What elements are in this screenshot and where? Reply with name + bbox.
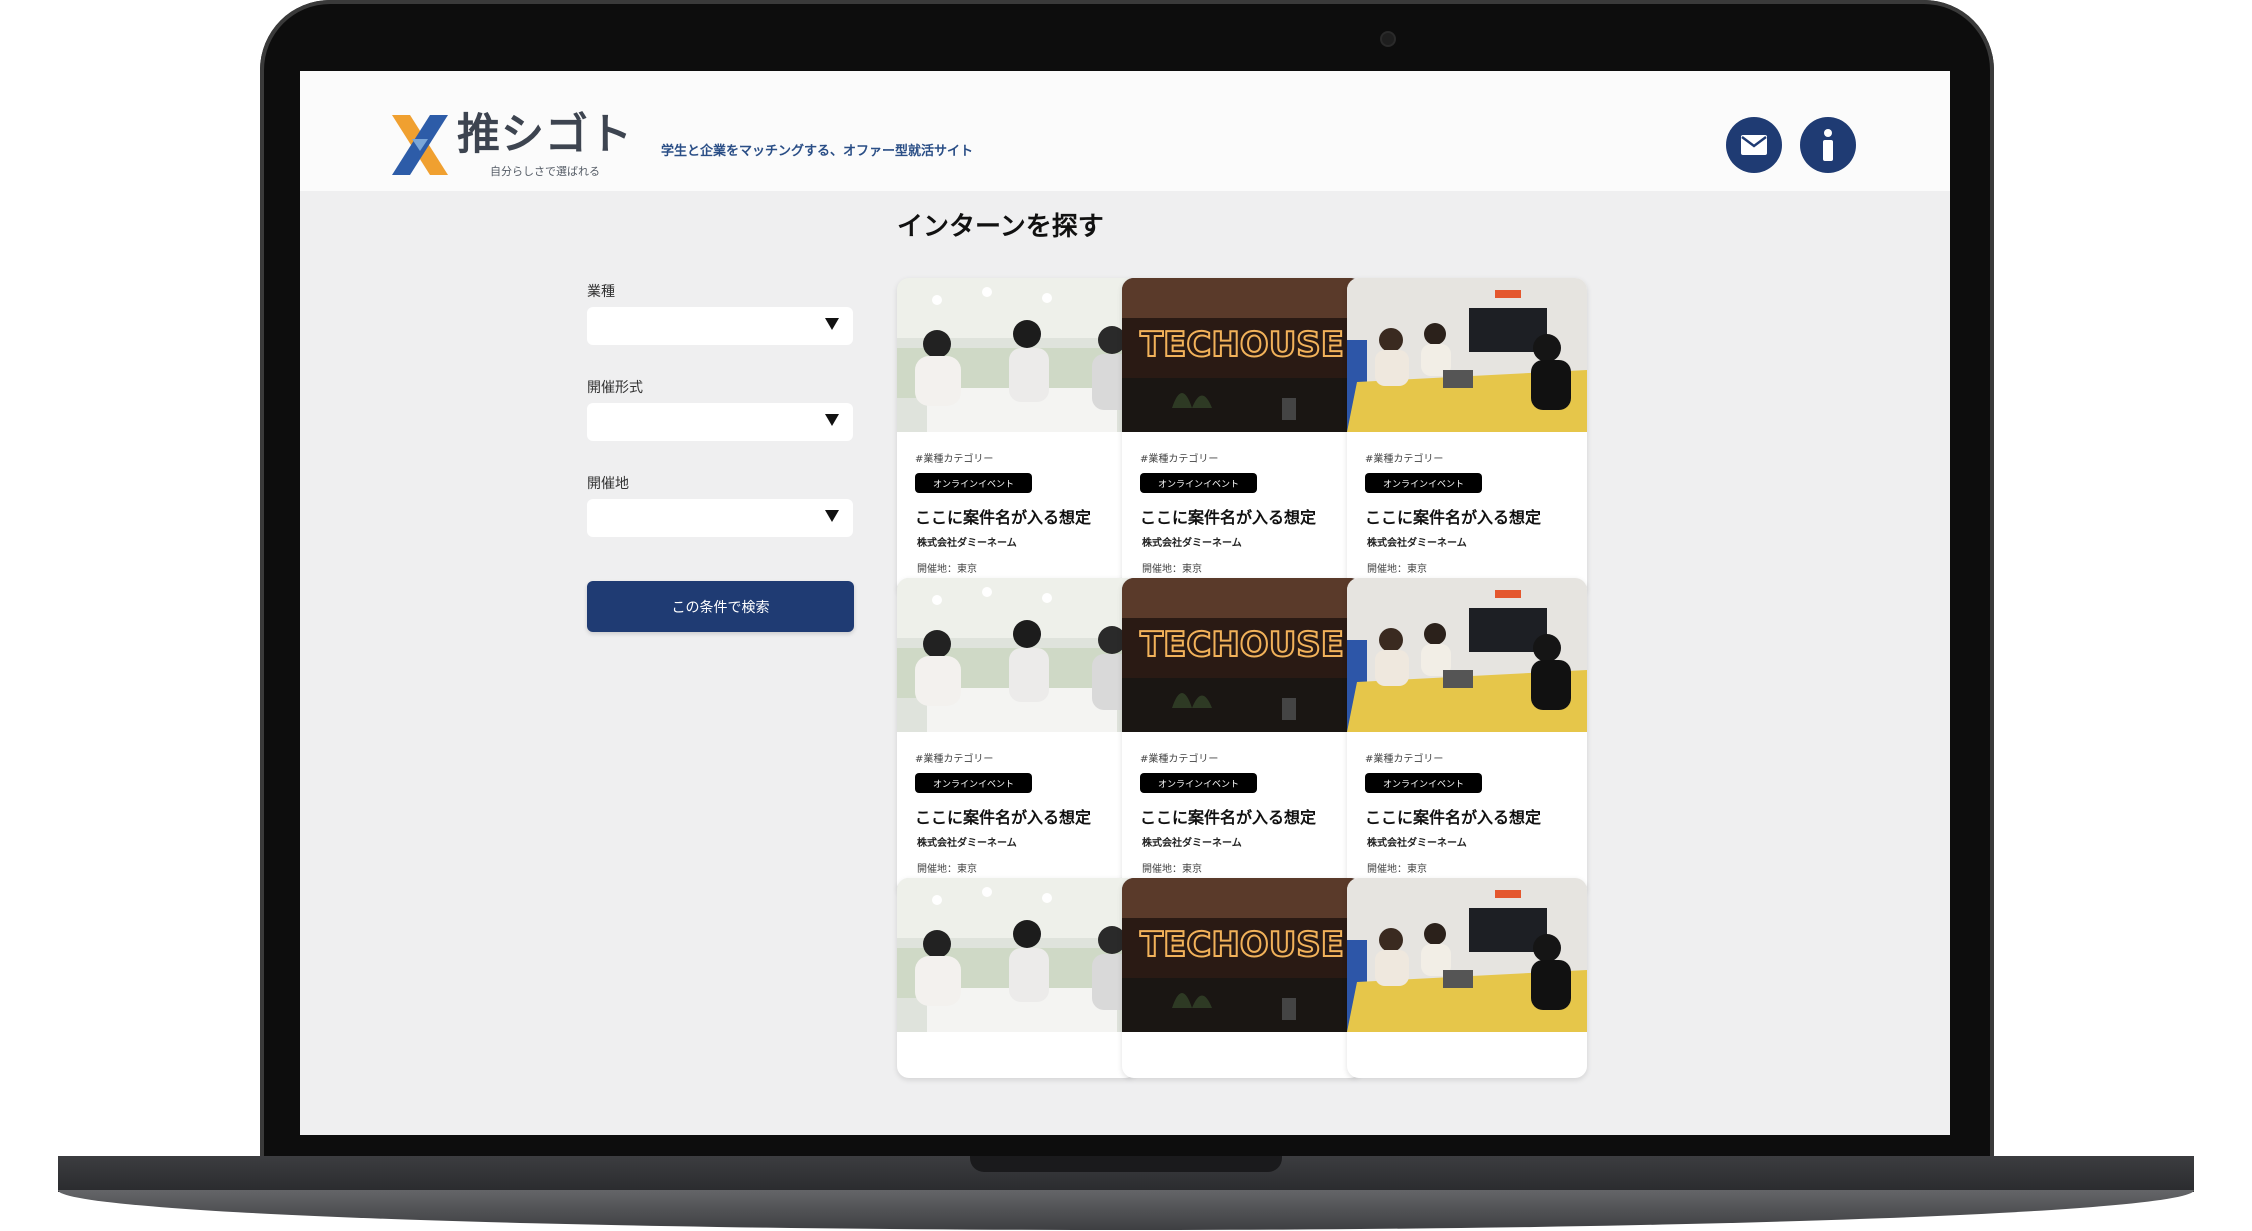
card-company: 株式会社ダミーネーム bbox=[1142, 838, 1242, 849]
event-type-badge: オンラインイベント bbox=[1365, 473, 1483, 493]
filter-label-format: 開催形式 bbox=[587, 380, 643, 396]
event-type-badge: オンラインイベント bbox=[915, 773, 1033, 793]
conference-room-photo bbox=[1347, 578, 1587, 732]
search-button[interactable]: この条件で検索 bbox=[587, 581, 854, 632]
techouse-sign-photo: TECHOUSE bbox=[1122, 278, 1362, 432]
conference-room-photo bbox=[1347, 878, 1587, 1032]
card-category: #業種カテゴリー bbox=[915, 754, 994, 765]
filter-label-industry: 業種 bbox=[587, 284, 615, 300]
internship-card[interactable]: #業種カテゴリーオンラインイベントここに案件名が入る想定株式会社ダミーネーム 開催… bbox=[897, 278, 1137, 596]
card-location: 開催地：東京 bbox=[1142, 564, 1202, 575]
mail-button[interactable] bbox=[1726, 117, 1782, 173]
card-company: 株式会社ダミーネーム bbox=[917, 838, 1017, 849]
internship-card[interactable] bbox=[1347, 878, 1587, 1078]
event-type-badge: オンラインイベント bbox=[1140, 473, 1258, 493]
card-category: #業種カテゴリー bbox=[1140, 454, 1219, 465]
logo-icon bbox=[392, 115, 448, 175]
location-select[interactable] bbox=[587, 499, 853, 537]
site-header: 推シゴト 自分らしさで選ばれる 学生と企業をマッチングする、オファー型就活サイト bbox=[300, 71, 1950, 191]
info-button[interactable] bbox=[1800, 117, 1856, 173]
dropdown-arrow-icon bbox=[825, 318, 839, 330]
card-category: #業種カテゴリー bbox=[1365, 754, 1444, 765]
card-title: ここに案件名が入る想定 bbox=[915, 808, 1092, 827]
dropdown-arrow-icon bbox=[825, 510, 839, 522]
event-type-badge: オンラインイベント bbox=[915, 473, 1033, 493]
office-meeting-photo bbox=[897, 578, 1137, 732]
card-category: #業種カテゴリー bbox=[1365, 454, 1444, 465]
info-icon bbox=[1823, 129, 1833, 161]
card-company: 株式会社ダミーネーム bbox=[917, 538, 1017, 549]
card-category: #業種カテゴリー bbox=[915, 454, 994, 465]
internship-card[interactable]: #業種カテゴリーオンラインイベントここに案件名が入る想定株式会社ダミーネーム 開催… bbox=[1347, 278, 1587, 596]
svg-text:TECHOUSE: TECHOUSE bbox=[1140, 625, 1344, 665]
mail-icon bbox=[1741, 135, 1767, 155]
internship-card[interactable]: #業種カテゴリーオンラインイベントここに案件名が入る想定株式会社ダミーネーム 開催… bbox=[897, 578, 1137, 896]
conference-room-photo bbox=[1347, 278, 1587, 432]
page-title: インターンを探す bbox=[897, 212, 1104, 242]
card-title: ここに案件名が入る想定 bbox=[1365, 808, 1542, 827]
svg-text:TECHOUSE: TECHOUSE bbox=[1140, 325, 1344, 365]
card-location: 開催地：東京 bbox=[1142, 864, 1202, 875]
internship-card[interactable] bbox=[897, 878, 1137, 1078]
internship-card[interactable]: #業種カテゴリーオンラインイベントここに案件名が入る想定株式会社ダミーネーム 開催… bbox=[1347, 578, 1587, 896]
internship-card[interactable]: TECHOUSE bbox=[1122, 878, 1362, 1078]
card-company: 株式会社ダミーネーム bbox=[1367, 838, 1467, 849]
camera-icon bbox=[1382, 33, 1394, 45]
filter-label-location: 開催地 bbox=[587, 476, 629, 492]
card-location: 開催地：東京 bbox=[917, 564, 977, 575]
laptop-notch bbox=[970, 1156, 1282, 1172]
event-type-badge: オンラインイベント bbox=[1140, 773, 1258, 793]
card-title: ここに案件名が入る想定 bbox=[915, 508, 1092, 527]
dropdown-arrow-icon bbox=[825, 414, 839, 426]
logo-subtitle: 自分らしさで選ばれる bbox=[490, 165, 600, 178]
card-location: 開催地：東京 bbox=[917, 864, 977, 875]
event-type-badge: オンラインイベント bbox=[1365, 773, 1483, 793]
logo-text[interactable]: 推シゴト bbox=[457, 111, 633, 159]
industry-select[interactable] bbox=[587, 307, 853, 345]
format-select[interactable] bbox=[587, 403, 853, 441]
laptop-base-edge bbox=[58, 1190, 2194, 1230]
card-company: 株式会社ダミーネーム bbox=[1367, 538, 1467, 549]
card-company: 株式会社ダミーネーム bbox=[1142, 538, 1242, 549]
card-title: ここに案件名が入る想定 bbox=[1140, 808, 1317, 827]
svg-text:TECHOUSE: TECHOUSE bbox=[1140, 925, 1344, 965]
techouse-sign-photo: TECHOUSE bbox=[1122, 578, 1362, 732]
office-meeting-photo bbox=[897, 878, 1137, 1032]
screen: 推シゴト 自分らしさで選ばれる 学生と企業をマッチングする、オファー型就活サイト… bbox=[300, 71, 1950, 1135]
office-meeting-photo bbox=[897, 278, 1137, 432]
site-tagline: 学生と企業をマッチングする、オファー型就活サイト bbox=[661, 144, 974, 159]
card-title: ここに案件名が入る想定 bbox=[1140, 508, 1317, 527]
card-title: ここに案件名が入る想定 bbox=[1365, 508, 1542, 527]
techouse-sign-photo: TECHOUSE bbox=[1122, 878, 1362, 1032]
card-location: 開催地：東京 bbox=[1367, 564, 1427, 575]
internship-card[interactable]: TECHOUSE #業種カテゴリーオンラインイベントここに案件名が入る想定株式会社… bbox=[1122, 278, 1362, 596]
card-category: #業種カテゴリー bbox=[1140, 754, 1219, 765]
card-location: 開催地：東京 bbox=[1367, 864, 1427, 875]
internship-card[interactable]: TECHOUSE #業種カテゴリーオンラインイベントここに案件名が入る想定株式会社… bbox=[1122, 578, 1362, 896]
